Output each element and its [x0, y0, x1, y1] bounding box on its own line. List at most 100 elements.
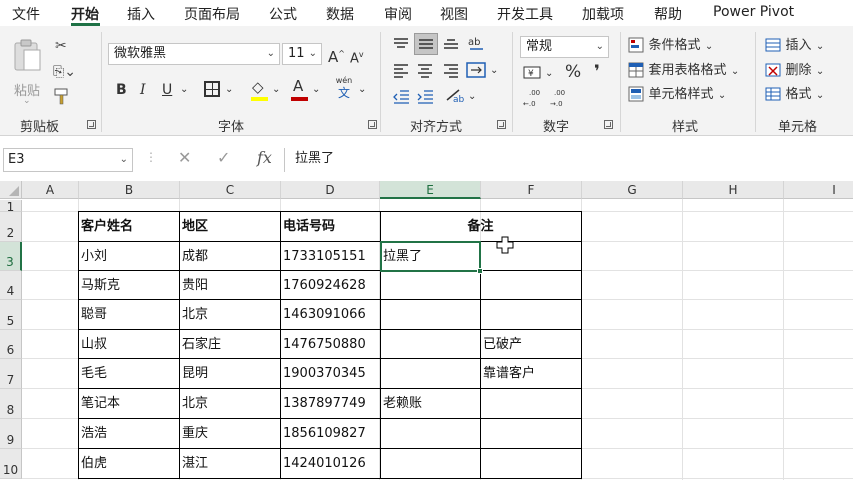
- grow-font-button[interactable]: A^: [328, 45, 345, 66]
- fill-handle[interactable]: [477, 268, 483, 274]
- table-cell[interactable]: 靠谱客户: [480, 359, 535, 389]
- table-cell[interactable]: 昆明: [179, 359, 208, 389]
- paste-button[interactable]: 粘贴 ⌄: [10, 36, 46, 106]
- italic-button[interactable]: I: [140, 81, 146, 99]
- number-format-select[interactable]: 常规 ⌄: [520, 36, 609, 58]
- table-cell[interactable]: 山叔: [78, 330, 107, 359]
- table-cell[interactable]: 石家庄: [179, 330, 221, 359]
- align-center-icon[interactable]: [416, 62, 434, 78]
- tab-data[interactable]: 数据: [326, 4, 354, 24]
- row-header-9[interactable]: 9: [0, 419, 22, 449]
- header-cell-name[interactable]: 客户姓名: [78, 212, 133, 242]
- font-dialog-launcher[interactable]: [368, 120, 377, 129]
- percent-button[interactable]: %: [565, 63, 581, 81]
- tab-file[interactable]: 文件: [12, 4, 40, 24]
- table-cell[interactable]: 北京: [179, 300, 208, 330]
- currency-icon[interactable]: ¥: [522, 64, 544, 82]
- table-cell[interactable]: 老赖账: [380, 389, 422, 419]
- row-header-10[interactable]: 10: [0, 449, 22, 479]
- chevron-down-icon[interactable]: ⌄: [272, 81, 280, 99]
- select-all-corner[interactable]: [0, 181, 22, 199]
- row-header-7[interactable]: 7: [0, 359, 22, 389]
- align-top-icon[interactable]: [392, 36, 410, 52]
- tab-review[interactable]: 审阅: [384, 4, 412, 24]
- column-header-f[interactable]: F: [481, 181, 582, 199]
- tab-formulas[interactable]: 公式: [269, 4, 297, 24]
- tab-addins[interactable]: 加载项: [582, 4, 624, 24]
- column-header-h[interactable]: H: [683, 181, 784, 199]
- number-dialog-launcher[interactable]: [604, 120, 613, 129]
- delete-cells-button[interactable]: 删除 ⌄: [765, 61, 824, 81]
- table-cell[interactable]: 北京: [179, 389, 208, 419]
- underline-button[interactable]: U: [162, 81, 172, 99]
- increase-indent-icon[interactable]: [416, 88, 434, 104]
- table-cell[interactable]: 1463091066: [280, 300, 366, 330]
- table-cell[interactable]: 贵阳: [179, 271, 208, 300]
- table-cell[interactable]: 已破产: [480, 330, 522, 359]
- format-cells-button[interactable]: 格式 ⌄: [765, 85, 824, 105]
- enter-icon[interactable]: ✓: [217, 148, 230, 167]
- tab-help[interactable]: 帮助: [654, 4, 682, 24]
- row-header-1[interactable]: 1: [0, 200, 22, 214]
- table-cell[interactable]: 聪哥: [78, 300, 107, 330]
- chevron-down-icon[interactable]: ⌄: [468, 88, 476, 106]
- align-left-icon[interactable]: [392, 62, 410, 78]
- row-header-5[interactable]: 5: [0, 300, 22, 330]
- cell-styles-button[interactable]: 单元格样式 ⌄: [628, 85, 726, 105]
- row-header-2[interactable]: 2: [0, 212, 22, 242]
- table-cell[interactable]: 伯虎: [78, 449, 107, 479]
- merge-center-icon[interactable]: [466, 61, 488, 79]
- chevron-down-icon[interactable]: ⌄: [225, 81, 233, 99]
- format-painter-icon[interactable]: [54, 88, 72, 106]
- table-cell[interactable]: 成都: [179, 242, 208, 271]
- column-header-d[interactable]: D: [281, 181, 380, 199]
- chevron-down-icon[interactable]: ⌄: [490, 62, 498, 80]
- table-cell[interactable]: 1733105151: [280, 242, 366, 271]
- table-cell[interactable]: 1476750880: [280, 330, 366, 359]
- align-right-icon[interactable]: [442, 62, 460, 78]
- decrease-decimal-icon[interactable]: .00→.0: [550, 86, 574, 108]
- tab-page-layout[interactable]: 页面布局: [184, 4, 240, 24]
- cancel-icon[interactable]: ✕: [178, 148, 191, 167]
- header-cell-notes[interactable]: 备注: [380, 212, 581, 242]
- insert-function-button[interactable]: fx: [257, 148, 272, 167]
- tab-view[interactable]: 视图: [440, 4, 468, 24]
- table-cell[interactable]: 浩浩: [78, 419, 107, 449]
- fill-color-icon[interactable]: ◇: [252, 78, 264, 96]
- shrink-font-button[interactable]: Av: [350, 46, 364, 68]
- align-bottom-icon[interactable]: [442, 36, 460, 52]
- chevron-down-icon[interactable]: ⌄: [312, 81, 320, 99]
- formula-input[interactable]: 拉黑了: [284, 148, 853, 172]
- table-cell[interactable]: 重庆: [179, 419, 208, 449]
- table-cell[interactable]: 1856109827: [280, 419, 366, 449]
- alignment-dialog-launcher[interactable]: [497, 120, 506, 129]
- borders-button[interactable]: [204, 81, 220, 97]
- wrap-text-icon[interactable]: ab: [444, 86, 466, 104]
- comma-button[interactable]: ❜: [594, 63, 600, 81]
- table-cell[interactable]: 1387897749: [280, 389, 366, 419]
- table-cell[interactable]: 湛江: [179, 449, 208, 479]
- header-cell-phone[interactable]: 电话号码: [280, 212, 335, 242]
- insert-cells-button[interactable]: 插入 ⌄: [765, 36, 824, 56]
- copy-icon[interactable]: ⎘⌄: [53, 63, 76, 81]
- name-box[interactable]: E3 ⌄: [3, 148, 133, 172]
- font-color-icon[interactable]: A: [293, 77, 303, 95]
- chevron-down-icon[interactable]: ⌄: [545, 65, 553, 83]
- tab-insert[interactable]: 插入: [127, 4, 155, 24]
- tab-developer[interactable]: 开发工具: [497, 4, 553, 24]
- row-header-8[interactable]: 8: [0, 389, 22, 419]
- tab-home[interactable]: 开始: [71, 4, 99, 24]
- active-cell-selection[interactable]: [380, 241, 481, 272]
- row-header-6[interactable]: 6: [0, 330, 22, 359]
- table-cell[interactable]: 笔记本: [78, 389, 120, 419]
- conditional-formatting-button[interactable]: 条件格式 ⌄: [628, 36, 713, 56]
- column-header-g[interactable]: G: [582, 181, 683, 199]
- column-header-i[interactable]: I: [784, 181, 853, 199]
- table-cell[interactable]: 毛毛: [78, 359, 107, 389]
- increase-decimal-icon[interactable]: .00←.0: [523, 86, 547, 108]
- orientation-icon[interactable]: ab: [467, 33, 487, 53]
- row-header-3[interactable]: 3: [0, 242, 22, 271]
- phonetic-guide-button[interactable]: wén 文: [334, 76, 354, 102]
- header-cell-region[interactable]: 地区: [179, 212, 208, 242]
- clipboard-dialog-launcher[interactable]: [87, 120, 96, 129]
